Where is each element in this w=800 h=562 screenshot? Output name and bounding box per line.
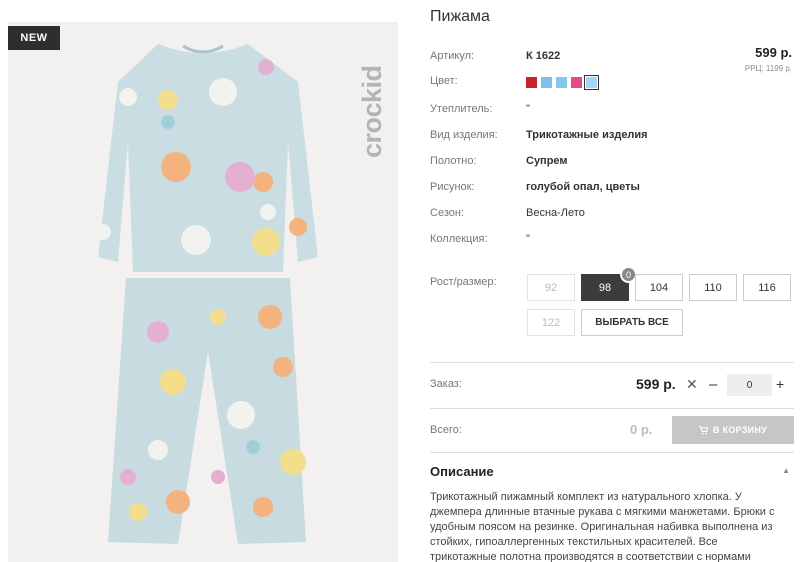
size-option-122[interactable]: 122 xyxy=(527,309,575,336)
spec-value: " xyxy=(526,233,530,245)
color-swatch-blue[interactable] xyxy=(541,77,552,88)
color-swatch-light-blue[interactable] xyxy=(556,77,567,88)
spec-row-pattern: Рисунок: голубой опал, цветы xyxy=(430,181,794,199)
size-option-104[interactable]: 104 xyxy=(635,274,683,301)
size-option-92[interactable]: 92 xyxy=(527,274,575,301)
new-badge: NEW xyxy=(8,26,60,50)
total-value: 0 р. xyxy=(630,422,653,437)
spec-label: Коллекция: xyxy=(430,233,488,245)
size-option-116[interactable]: 116 xyxy=(743,274,791,301)
spec-label: Утеплитель: xyxy=(430,103,493,115)
total-label: Всего: xyxy=(430,424,462,436)
quantity-increase-button[interactable]: + xyxy=(776,376,784,392)
spec-row-article: Артикул: К 1622 xyxy=(430,50,794,68)
spec-label: Цвет: xyxy=(430,75,458,87)
brand-logo: crockid xyxy=(355,30,387,160)
add-to-cart-label: В КОРЗИНУ xyxy=(712,425,768,435)
product-photo[interactable] xyxy=(8,22,398,562)
divider xyxy=(430,408,794,409)
order-price: 599 р. xyxy=(636,376,676,392)
spec-value: " xyxy=(526,103,530,115)
spec-row-color: Цвет: xyxy=(430,75,794,93)
spec-row-season: Сезон: Весна-Лето xyxy=(430,207,794,225)
divider xyxy=(430,452,794,453)
product-info-panel: Пижама 599 р. РРЦ: 1199 р. Артикул: К 16… xyxy=(430,0,794,562)
brand-logo-text: crockid xyxy=(357,65,387,158)
remove-item-icon[interactable]: ✕ xyxy=(686,376,698,393)
spec-value: Трикотажные изделия xyxy=(526,129,648,141)
description-heading[interactable]: Описание xyxy=(430,464,494,479)
divider xyxy=(430,362,794,363)
spec-label: Рисунок: xyxy=(430,181,475,193)
color-swatch-selected[interactable] xyxy=(584,75,599,90)
size-option-110[interactable]: 110 xyxy=(689,274,737,301)
select-all-sizes-button[interactable]: ВЫБРАТЬ ВСЕ xyxy=(581,309,683,336)
collapse-icon[interactable]: ▲ xyxy=(782,466,790,475)
pajama-illustration xyxy=(95,44,318,544)
description-text: Трикотажный пижамный комплект из натурал… xyxy=(430,491,775,562)
spec-row-type: Вид изделия: Трикотажные изделия xyxy=(430,129,794,147)
add-to-cart-button[interactable]: В КОРЗИНУ xyxy=(672,416,794,444)
product-title: Пижама xyxy=(430,8,490,25)
spec-row-insulation: Утеплитель: " xyxy=(430,103,794,121)
spec-row-fabric: Полотно: Супрем xyxy=(430,155,794,173)
spec-row-collection: Коллекция: " xyxy=(430,233,794,251)
spec-label: Сезон: xyxy=(430,207,464,219)
quantity-decrease-button[interactable]: – xyxy=(709,376,717,393)
color-swatch-pink[interactable] xyxy=(571,77,582,88)
spec-label: Артикул: xyxy=(430,50,475,62)
order-label: Заказ: xyxy=(430,378,462,390)
color-swatches xyxy=(526,75,599,90)
spec-value: голубой опал, цветы xyxy=(526,181,640,193)
spec-label: Вид изделия: xyxy=(430,129,498,141)
quantity-input[interactable] xyxy=(727,374,772,396)
spec-label: Полотно: xyxy=(430,155,477,167)
spec-value: Весна-Лето xyxy=(526,207,585,219)
size-label: Рост/размер: xyxy=(430,276,497,288)
spec-value: Супрем xyxy=(526,155,568,167)
color-swatch-red[interactable] xyxy=(526,77,537,88)
spec-value: К 1622 xyxy=(526,50,561,62)
cart-icon xyxy=(698,425,708,435)
